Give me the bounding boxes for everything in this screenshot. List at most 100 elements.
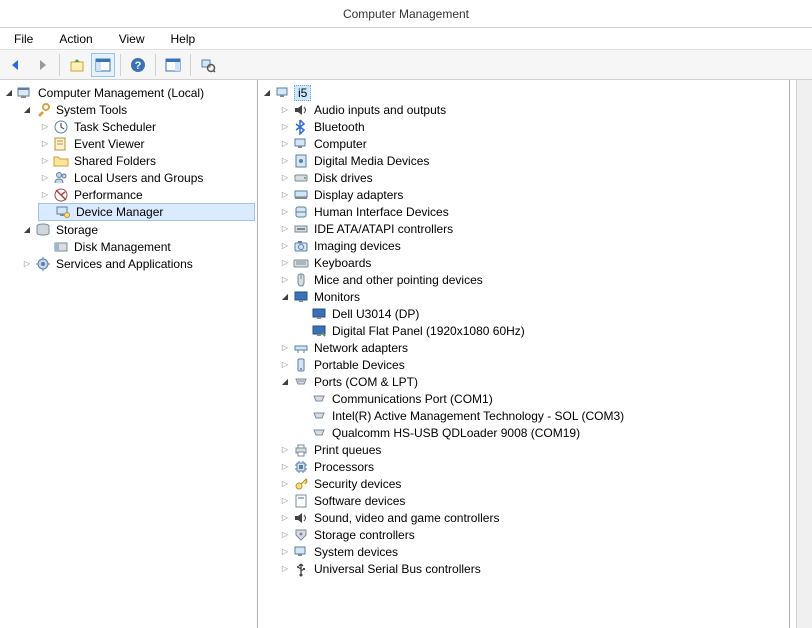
device-monitor-flat[interactable]: Digital Flat Panel (1920x1080 60Hz) [296,322,787,339]
cat-display[interactable]: Display adapters [278,186,787,203]
storage-icon [35,222,51,238]
expander-icon[interactable] [22,259,32,269]
console-tree[interactable]: Computer Management (Local) System Tools [0,80,258,628]
cat-disk-drives[interactable]: Disk drives [278,169,787,186]
forward-button[interactable] [30,53,54,77]
expander-icon[interactable] [40,156,50,166]
cat-hid[interactable]: Human Interface Devices [278,203,787,220]
expander-icon[interactable] [280,513,290,523]
tree-shared-folders[interactable]: Shared Folders [38,152,255,169]
cat-network[interactable]: Network adapters [278,339,787,356]
cat-audio[interactable]: Audio inputs and outputs [278,101,787,118]
tree-device-manager[interactable]: Device Manager [38,203,255,221]
cat-monitors[interactable]: Monitors [278,288,787,305]
cat-label: Mice and other pointing devices [312,273,483,287]
device-com1[interactable]: Communications Port (COM1) [296,390,787,407]
expander-icon[interactable] [280,139,290,149]
up-button[interactable] [65,53,89,77]
tree-root[interactable]: Computer Management (Local) [2,84,255,101]
cat-security[interactable]: Security devices [278,475,787,492]
tree-disk-management[interactable]: Disk Management [38,238,255,255]
cat-keyboards[interactable]: Keyboards [278,254,787,271]
expander-icon[interactable] [40,139,50,149]
expander-icon[interactable] [4,88,14,98]
expander-icon[interactable] [280,173,290,183]
cat-digital-media[interactable]: Digital Media Devices [278,152,787,169]
expander-icon[interactable] [280,360,290,370]
expander-icon[interactable] [280,462,290,472]
tree-performance[interactable]: Performance [38,186,255,203]
expander-icon[interactable] [280,564,290,574]
expander-icon[interactable] [280,241,290,251]
expander-icon[interactable] [280,275,290,285]
device-label: Dell U3014 (DP) [330,307,419,321]
cat-sound[interactable]: Sound, video and game controllers [278,509,787,526]
expander-icon[interactable] [280,377,290,387]
refresh-button[interactable] [196,53,220,77]
cat-bluetooth[interactable]: Bluetooth [278,118,787,135]
menu-file[interactable]: File [6,30,41,48]
expander-icon[interactable] [280,547,290,557]
cat-ide[interactable]: IDE ATA/ATAPI controllers [278,220,787,237]
expander-icon[interactable] [280,479,290,489]
device-monitor-dell[interactable]: Dell U3014 (DP) [296,305,787,322]
properties-button[interactable] [161,53,185,77]
right-scrollbar[interactable] [796,80,812,628]
device-root[interactable]: i5 [260,84,787,101]
cat-computer[interactable]: Computer [278,135,787,152]
tree-system-tools[interactable]: System Tools [20,101,255,118]
printer-icon [293,442,309,458]
tree-services-apps[interactable]: Services and Applications [20,255,255,272]
cat-processors[interactable]: Processors [278,458,787,475]
tree-event-viewer[interactable]: Event Viewer [38,135,255,152]
cat-usb[interactable]: Universal Serial Bus controllers [278,560,787,577]
expander-icon[interactable] [40,190,50,200]
expander-icon[interactable] [262,88,272,98]
expander-icon[interactable] [280,190,290,200]
clock-icon [53,119,69,135]
device-com3[interactable]: Intel(R) Active Management Technology - … [296,407,787,424]
expander-icon[interactable] [280,224,290,234]
cat-print-queues[interactable]: Print queues [278,441,787,458]
cat-label: Universal Serial Bus controllers [312,562,481,576]
expander-icon[interactable] [280,258,290,268]
cat-storage-ctrl[interactable]: Storage controllers [278,526,787,543]
menu-view[interactable]: View [111,30,153,48]
expander-icon[interactable] [40,173,50,183]
back-button[interactable] [4,53,28,77]
media-icon [293,153,309,169]
tree-storage[interactable]: Storage [20,221,255,238]
cat-software[interactable]: Software devices [278,492,787,509]
menu-help[interactable]: Help [163,30,204,48]
cat-label: Audio inputs and outputs [312,103,446,117]
tree-label: System Tools [54,103,127,117]
cat-system[interactable]: System devices [278,543,787,560]
computer-mgmt-icon [17,85,33,101]
cat-portable[interactable]: Portable Devices [278,356,787,373]
cat-label: Sound, video and game controllers [312,511,499,525]
expander-icon[interactable] [280,343,290,353]
device-com19[interactable]: Qualcomm HS-USB QDLoader 9008 (COM19) [296,424,787,441]
expander-icon[interactable] [280,292,290,302]
tree-local-users[interactable]: Local Users and Groups [38,169,255,186]
expander-icon[interactable] [280,122,290,132]
expander-icon[interactable] [280,445,290,455]
expander-icon[interactable] [280,105,290,115]
tree-task-scheduler[interactable]: Task Scheduler [38,118,255,135]
menu-action[interactable]: Action [51,30,100,48]
help-button[interactable]: ? [126,53,150,77]
cat-mice[interactable]: Mice and other pointing devices [278,271,787,288]
port-icon [311,425,327,441]
expander-icon[interactable] [280,207,290,217]
expander-icon[interactable] [22,105,32,115]
expander-icon[interactable] [280,496,290,506]
disk-mgmt-icon [53,239,69,255]
expander-icon[interactable] [280,156,290,166]
cat-imaging[interactable]: Imaging devices [278,237,787,254]
expander-icon[interactable] [40,122,50,132]
show-hide-tree-button[interactable] [91,53,115,77]
expander-icon[interactable] [22,225,32,235]
cat-ports[interactable]: Ports (COM & LPT) [278,373,787,390]
device-tree[interactable]: i5 Audio inputs and outputs Bluetooth Co… [258,80,790,628]
expander-icon[interactable] [280,530,290,540]
